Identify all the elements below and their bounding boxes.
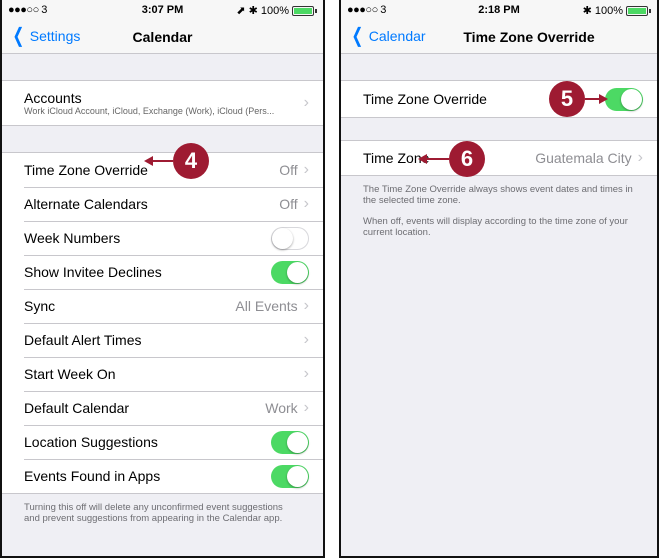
row-value: Work bbox=[265, 400, 298, 416]
override-note-1: The Time Zone Override always shows even… bbox=[363, 184, 633, 206]
location-suggestions-row: Location Suggestions bbox=[2, 425, 323, 459]
time-zone-row[interactable]: Time Zone Guatemala City › bbox=[341, 141, 657, 175]
timezone-group: Time Zone Guatemala City › bbox=[341, 140, 657, 176]
battery-icon bbox=[292, 5, 314, 16]
accounts-row[interactable]: Accounts Work iCloud Account, iCloud, Ex… bbox=[2, 81, 323, 125]
chevron-right-icon: › bbox=[303, 161, 309, 178]
show-invitee-declines-row: Show Invitee Declines bbox=[2, 255, 323, 289]
status-bar: ●●●○○ 3 2:18 PM ✱ 100% bbox=[341, 0, 657, 20]
accounts-sub: Work iCloud Account, iCloud, Exchange (W… bbox=[24, 106, 275, 116]
status-bar: ●●●○○ 3 3:07 PM ⬈ ✱ 100% bbox=[2, 0, 323, 20]
time-zone-override-toggle[interactable] bbox=[605, 87, 643, 111]
chevron-right-icon: › bbox=[303, 365, 309, 382]
callout-4: 4 bbox=[144, 143, 209, 179]
chevron-right-icon: › bbox=[303, 399, 309, 416]
row-label: Events Found in Apps bbox=[24, 468, 161, 484]
row-label: Sync bbox=[24, 298, 56, 314]
chevron-right-icon: › bbox=[303, 297, 309, 314]
time-zone-override-row: Time Zone Override bbox=[341, 81, 657, 117]
show-invitee-declines-toggle[interactable] bbox=[271, 260, 309, 284]
location-suggestions-toggle[interactable] bbox=[271, 430, 309, 454]
override-note-2: When off, events will display according … bbox=[363, 216, 628, 238]
footer-note: Turning this off will delete any unconfi… bbox=[24, 502, 283, 524]
step-number-badge: 6 bbox=[449, 141, 485, 177]
alternate-calendars-row[interactable]: Alternate Calendars Off › bbox=[2, 187, 323, 221]
row-value: Off bbox=[279, 162, 298, 178]
override-group: Time Zone Override bbox=[341, 80, 657, 118]
row-value: Off bbox=[279, 196, 298, 212]
row-value: Guatemala City bbox=[535, 150, 632, 166]
status-indicators: ✱ 100% bbox=[582, 5, 623, 17]
row-label: Start Week On bbox=[24, 366, 116, 382]
step-number-badge: 5 bbox=[549, 81, 585, 117]
calendar-settings-screen: ●●●○○ 3 3:07 PM ⬈ ✱ 100% ❮ Settings Cale… bbox=[0, 0, 325, 558]
events-found-in-apps-toggle[interactable] bbox=[271, 464, 309, 488]
battery-icon bbox=[626, 5, 648, 16]
chevron-right-icon: › bbox=[303, 94, 309, 111]
row-value: All Events bbox=[235, 298, 298, 314]
week-numbers-toggle[interactable] bbox=[271, 226, 309, 250]
chevron-left-icon: ❮ bbox=[351, 25, 364, 47]
callout-5: 5 bbox=[549, 81, 608, 117]
accounts-group: Accounts Work iCloud Account, iCloud, Ex… bbox=[2, 80, 323, 126]
row-label: Location Suggestions bbox=[24, 434, 158, 450]
chevron-right-icon: › bbox=[303, 195, 309, 212]
nav-bar: ❮ Settings Calendar bbox=[2, 20, 323, 54]
row-label: Default Calendar bbox=[24, 400, 130, 416]
nav-bar: ❮ Calendar Time Zone Override bbox=[341, 20, 657, 54]
row-label: Default Alert Times bbox=[24, 332, 142, 348]
status-indicators: ⬈ ✱ 100% bbox=[236, 5, 289, 17]
page-title: Calendar bbox=[132, 29, 193, 45]
status-right: ⬈ ✱ 100% bbox=[236, 4, 317, 17]
time-zone-override-screen: ●●●○○ 3 2:18 PM ✱ 100% ❮ Calendar Time Z… bbox=[339, 0, 659, 558]
week-numbers-row: Week Numbers bbox=[2, 221, 323, 255]
start-week-on-row[interactable]: Start Week On › bbox=[2, 357, 323, 391]
step-number-badge: 4 bbox=[173, 143, 209, 179]
chevron-right-icon: › bbox=[637, 149, 643, 166]
default-alert-times-row[interactable]: Default Alert Times › bbox=[2, 323, 323, 357]
row-label: Show Invitee Declines bbox=[24, 264, 162, 280]
sync-row[interactable]: Sync All Events › bbox=[2, 289, 323, 323]
default-calendar-row[interactable]: Default Calendar Work › bbox=[2, 391, 323, 425]
events-found-in-apps-row: Events Found in Apps bbox=[2, 459, 323, 493]
chevron-right-icon: › bbox=[303, 331, 309, 348]
row-label: Alternate Calendars bbox=[24, 196, 148, 212]
row-label: Week Numbers bbox=[24, 230, 121, 246]
page-title: Time Zone Override bbox=[463, 29, 595, 45]
status-right: ✱ 100% bbox=[583, 4, 651, 17]
settings-group: Time Zone Override Off › Alternate Calen… bbox=[2, 152, 323, 494]
callout-6: 6 bbox=[418, 141, 485, 177]
accounts-label: Accounts bbox=[24, 90, 82, 106]
